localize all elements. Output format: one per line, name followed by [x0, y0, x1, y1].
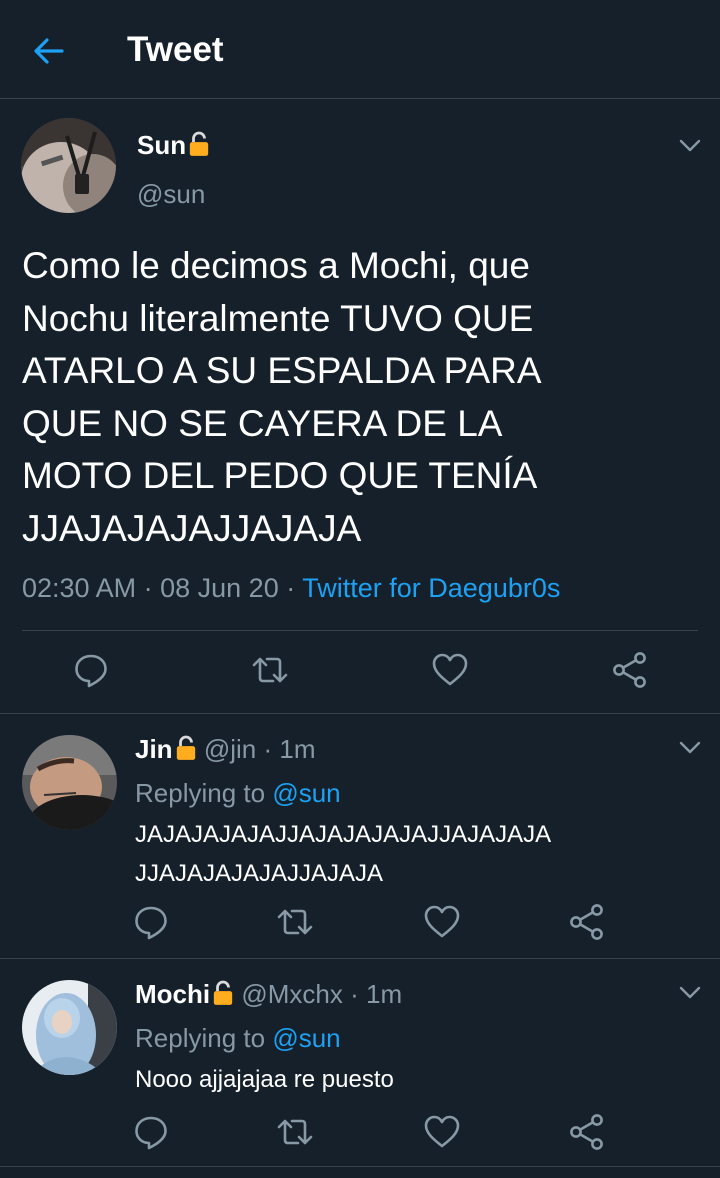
author-handle[interactable]: @sun	[137, 179, 205, 210]
replying-to: Replying to @sun	[135, 778, 341, 809]
heart-icon[interactable]	[423, 1113, 461, 1151]
retweet-icon[interactable]	[251, 651, 289, 689]
reply-author-handle[interactable]: @jin	[204, 734, 256, 764]
lock-icon	[175, 734, 197, 762]
chevron-down-icon[interactable]	[679, 741, 701, 755]
heart-icon[interactable]	[423, 903, 461, 941]
share-icon[interactable]	[611, 651, 649, 689]
divider	[0, 713, 720, 714]
tweet-text: Como le decimos a Mochi, que Nochu liter…	[22, 245, 542, 549]
heart-icon[interactable]	[431, 651, 469, 689]
tweet-source-link[interactable]: Twitter for Daegubr0s	[302, 573, 560, 603]
tweet-meta: 02:30 AM · 08 Jun 20 · Twitter for Daegu…	[22, 573, 560, 604]
share-icon[interactable]	[568, 903, 606, 941]
retweet-icon[interactable]	[276, 903, 314, 941]
reply-icon[interactable]	[132, 903, 170, 941]
divider	[0, 1166, 720, 1167]
reply-header: Jin @jin · 1m	[135, 734, 315, 765]
replying-to-prefix: Replying to	[135, 1023, 266, 1053]
divider	[22, 630, 698, 631]
reply-author-name[interactable]: Jin	[135, 734, 173, 764]
reply-icon[interactable]	[72, 651, 110, 689]
top-bar: Tweet	[0, 0, 720, 99]
author-name-text: Sun	[137, 130, 187, 160]
author-name[interactable]: Sun	[137, 130, 210, 161]
replying-to-link[interactable]: @sun	[272, 778, 340, 808]
chevron-down-icon[interactable]	[679, 986, 701, 1000]
share-icon[interactable]	[568, 1113, 606, 1151]
page-title: Tweet	[127, 30, 224, 69]
avatar[interactable]	[22, 735, 117, 830]
arrow-left-icon[interactable]	[30, 32, 68, 70]
meta-separator: ·	[143, 573, 153, 603]
reply-header: Mochi @Mxchx · 1m	[135, 979, 402, 1010]
reply-author-handle[interactable]: @Mxchx	[241, 979, 343, 1009]
reply-time: 1m	[366, 979, 403, 1009]
tweet-date: 08 Jun 20	[160, 573, 279, 603]
reply-text: JAJAJAJAJAJJAJAJAJAJAJJAJAJAJA JJAJAJAJA…	[135, 821, 552, 887]
meta-separator: ·	[350, 979, 359, 1009]
meta-separator: ·	[286, 573, 296, 603]
reply-icon[interactable]	[132, 1113, 170, 1151]
replying-to-link[interactable]: @sun	[272, 1023, 340, 1053]
reply-time: 1m	[279, 734, 316, 764]
reply-author-name[interactable]: Mochi	[135, 979, 210, 1009]
chevron-down-icon[interactable]	[679, 139, 701, 153]
lock-icon	[212, 979, 234, 1007]
avatar[interactable]	[21, 118, 116, 213]
reply-text: Nooo ajjajajaa re puesto	[135, 1066, 394, 1093]
meta-separator: ·	[263, 734, 273, 764]
divider	[0, 958, 720, 959]
avatar[interactable]	[22, 980, 117, 1075]
replying-to-prefix: Replying to	[135, 778, 266, 808]
lock-icon	[188, 130, 210, 158]
retweet-icon[interactable]	[276, 1113, 314, 1151]
replying-to: Replying to @sun	[135, 1023, 341, 1054]
tweet-time: 02:30 AM	[22, 573, 137, 603]
